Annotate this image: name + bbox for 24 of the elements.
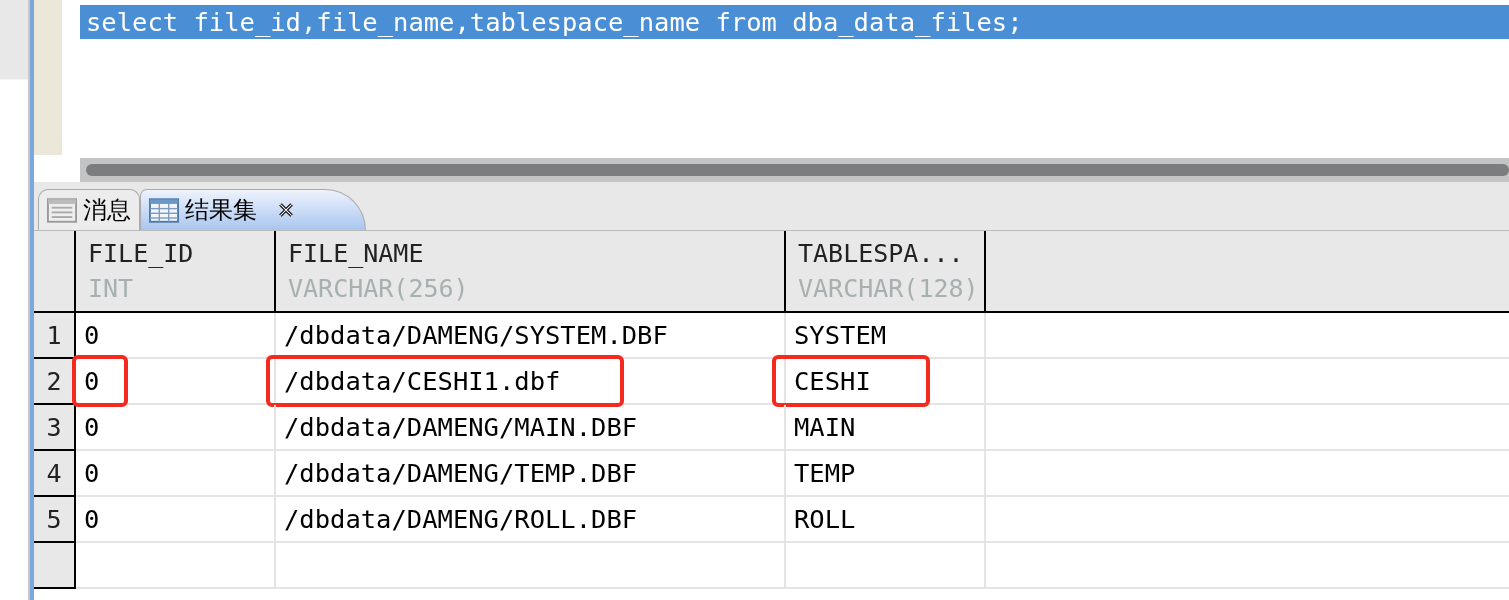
- row-number: 1: [34, 313, 76, 359]
- column-name: TABLESPA...: [798, 239, 965, 268]
- table-icon: [149, 197, 179, 223]
- result-tab[interactable]: 消息: [38, 189, 140, 230]
- column-type: VARCHAR(256): [288, 274, 470, 303]
- table-row[interactable]: 4 0 /dbdata/DAMENG/TEMP.DBF TEMP: [34, 451, 1509, 497]
- column-header[interactable]: FILE_NAME VARCHAR(256): [276, 231, 786, 311]
- table-row[interactable]: 1 0 /dbdata/DAMENG/SYSTEM.DBF SYSTEM: [34, 313, 1509, 359]
- message-icon: [47, 197, 77, 223]
- row-number: 2: [34, 359, 76, 405]
- column-header[interactable]: TABLESPA... VARCHAR(128): [786, 231, 986, 311]
- column-type: VARCHAR(128): [798, 274, 980, 303]
- column-name: FILE_ID: [88, 239, 195, 268]
- row-header: [34, 543, 76, 589]
- row-number: 4: [34, 451, 76, 497]
- column-name: FILE_NAME: [288, 239, 425, 268]
- close-icon[interactable]: [277, 201, 295, 219]
- column-header[interactable]: FILE_ID INT: [76, 231, 276, 311]
- table-row[interactable]: 5 0 /dbdata/DAMENG/ROLL.DBF ROLL: [34, 497, 1509, 543]
- row-number: 3: [34, 405, 76, 451]
- column-type: INT: [88, 274, 135, 303]
- table-row[interactable]: 3 0 /dbdata/DAMENG/MAIN.DBF MAIN: [34, 405, 1509, 451]
- row-number: 5: [34, 497, 76, 543]
- result-tab[interactable]: 结果集: [140, 189, 366, 230]
